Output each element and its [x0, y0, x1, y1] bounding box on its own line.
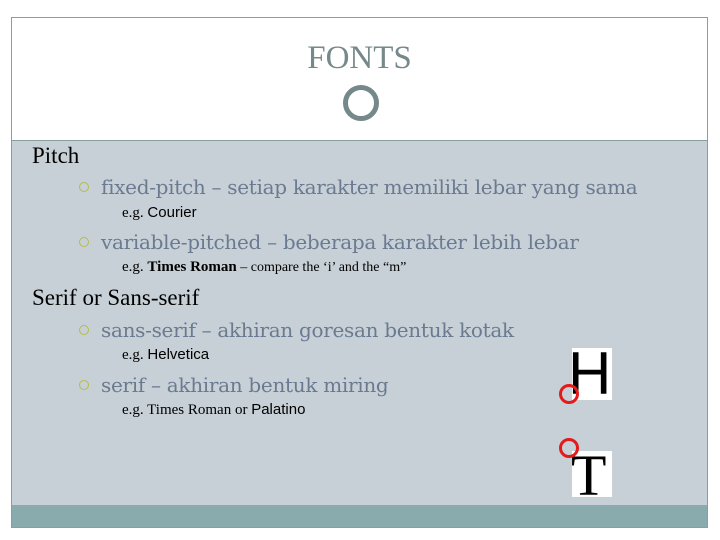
bullet-text: fixed-pitch – setiap karakter memiliki l… [101, 175, 638, 199]
example-prefix: e.g. [122, 259, 144, 275]
example-font-name: Helvetica [147, 346, 210, 363]
bullet-circle-icon [79, 236, 89, 247]
highlight-circle-icon [559, 384, 579, 404]
bullet-sans-serif: sans-serif – akhiran goresan bentuk kota… [79, 318, 514, 342]
example-prefix: e.g. [122, 347, 144, 363]
section-heading-serif: Serif or Sans-serif [32, 285, 200, 310]
example-times-palatino: e.g. Times Roman or Palatino [122, 401, 305, 419]
bullet-circle-icon [79, 379, 89, 390]
bullet-circle-icon [79, 181, 89, 192]
example-join: or [231, 402, 252, 418]
example-prefix: e.g. [122, 402, 144, 418]
example-font-name: Times Roman [147, 402, 232, 418]
slide-title: FONTS [307, 40, 412, 76]
example-courier: e.g. Courier [122, 204, 197, 222]
letter-t-box: T [571, 447, 612, 505]
footer-bar [12, 505, 707, 527]
bullet-fixed-pitch: fixed-pitch – setiap karakter memiliki l… [79, 175, 638, 199]
example-note: – compare the ‘i’ and the “m” [236, 260, 407, 275]
example-helvetica: e.g. Helvetica [122, 346, 209, 364]
example-times-roman: e.g. Times Roman – compare the ‘i’ and t… [122, 259, 406, 276]
title-divider [12, 140, 707, 141]
bullet-serif: serif – akhiran bentuk miring [79, 373, 389, 397]
letter-t: T [571, 443, 607, 508]
example-font-name-2: Palatino [251, 401, 306, 418]
section-heading-pitch: Pitch [32, 143, 80, 168]
bullet-text: variable-pitched – beberapa karakter leb… [101, 230, 579, 254]
example-font-name: Courier [147, 204, 197, 221]
bullet-variable-pitched: variable-pitched – beberapa karakter leb… [79, 230, 579, 254]
bullet-text: serif – akhiran bentuk miring [101, 373, 389, 397]
example-prefix: e.g. [122, 205, 144, 221]
content-area: Pitch fixed-pitch – setiap karakter memi… [12, 141, 707, 505]
slide: FONTS Pitch fixed-pitch – setiap karakte… [11, 17, 708, 528]
ring-emblem-icon [343, 85, 379, 121]
bullet-text: sans-serif – akhiran goresan bentuk kota… [101, 318, 514, 342]
highlight-circle-icon [559, 438, 579, 458]
example-font-name: Times Roman [147, 259, 237, 275]
bullet-circle-icon [79, 324, 89, 335]
